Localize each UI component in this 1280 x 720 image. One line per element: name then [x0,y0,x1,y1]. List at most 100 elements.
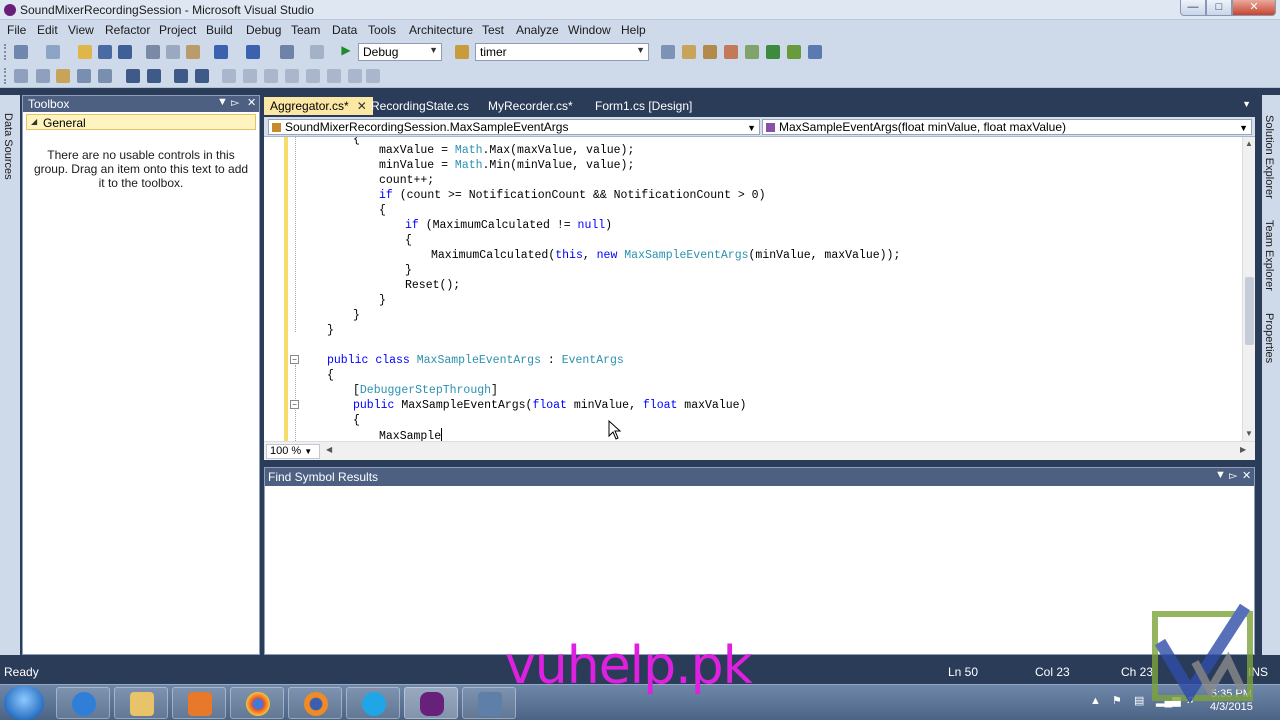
menu-build[interactable]: Build [206,23,233,37]
menu-architecture[interactable]: Architecture [409,23,473,37]
solution-explorer-tab[interactable]: Solution Explorer [1263,115,1275,199]
clear-bookmarks-icon[interactable] [366,69,380,83]
file-explorer-taskbar-button[interactable] [114,687,168,719]
close-icon[interactable]: ✕ [247,96,256,109]
add-item-icon[interactable] [46,45,60,59]
menu-debug[interactable]: Debug [246,23,281,37]
object-browser-icon[interactable] [724,45,738,59]
next-bookmark-document-icon[interactable] [348,69,362,83]
menu-refactor[interactable]: Refactor [105,23,150,37]
close-button[interactable]: ✕ [1232,0,1276,16]
maximize-button[interactable]: □ [1206,0,1232,16]
navigate-forward-icon[interactable] [310,45,324,59]
properties-icon[interactable] [703,45,717,59]
internet-explorer-taskbar-button[interactable] [56,687,110,719]
menu-window[interactable]: Window [568,23,611,37]
previous-bookmark-folder-icon[interactable] [285,69,299,83]
tab-list-dropdown-icon[interactable]: ▼ [1242,99,1251,109]
scroll-left-icon[interactable]: ◀ [326,445,332,454]
close-icon[interactable]: ✕ [1242,469,1251,482]
network-icon[interactable]: ▤ [1134,694,1144,707]
tab-form1-design[interactable]: Form1.cs [Design] [589,97,698,115]
team-explorer-tab[interactable]: Team Explorer [1263,220,1275,291]
quick-info-icon[interactable] [56,69,70,83]
undo-icon[interactable] [214,45,228,59]
save-icon[interactable] [98,45,112,59]
chevron-down-icon[interactable]: ▼ [1215,469,1226,481]
menu-analyze[interactable]: Analyze [516,23,559,37]
properties-tab[interactable]: Properties [1263,313,1275,363]
copy-icon[interactable] [166,45,180,59]
scroll-up-icon[interactable]: ▲ [1245,139,1253,148]
zoom-combo[interactable]: 100 % ▼ [266,444,320,459]
decrease-indent-icon[interactable] [126,69,140,83]
vertical-scrollbar[interactable]: ▲ ▼ [1242,137,1255,441]
menu-help[interactable]: Help [621,23,646,37]
pin-icon[interactable]: ▻ [231,96,239,109]
start-page-icon[interactable] [766,45,780,59]
tab-aggregator[interactable]: Aggregator.cs* ✕ [264,97,373,115]
cut-icon[interactable] [146,45,160,59]
show-hidden-icons-icon[interactable]: ▲ [1090,695,1101,707]
skype-taskbar-button[interactable] [346,687,400,719]
chrome-taskbar-button[interactable] [230,687,284,719]
other-windows-icon[interactable] [808,45,822,59]
comment-out-icon[interactable] [174,69,188,83]
find-combo[interactable]: timer ▼ [475,43,649,61]
extension-manager-icon[interactable] [787,45,801,59]
increase-indent-icon[interactable] [147,69,161,83]
pin-icon[interactable]: ▻ [1229,469,1237,482]
type-combo[interactable]: SoundMixerRecordingSession.MaxSampleEven… [268,119,760,135]
start-debugging-icon[interactable]: ▶ [338,43,354,61]
save-all-icon[interactable] [118,45,132,59]
menu-view[interactable]: View [68,23,94,37]
collapse-icon[interactable]: − [290,400,299,409]
menu-team[interactable]: Team [291,23,320,37]
scroll-down-icon[interactable]: ▼ [1245,429,1253,438]
find-in-files-icon[interactable] [455,45,469,59]
collapse-icon[interactable]: − [290,355,299,364]
list-members-icon[interactable] [14,69,28,83]
find-symbol-icon[interactable] [661,45,675,59]
minimize-button[interactable]: — [1180,0,1206,16]
action-center-flag-icon[interactable]: ⚑ [1112,694,1122,707]
menu-edit[interactable]: Edit [37,23,58,37]
menu-test[interactable]: Test [482,23,504,37]
open-file-icon[interactable] [78,45,92,59]
menu-tools[interactable]: Tools [368,23,396,37]
menu-project[interactable]: Project [159,23,196,37]
uncomment-icon[interactable] [195,69,209,83]
toolbar-grip[interactable] [4,68,7,84]
firefox-taskbar-button[interactable] [288,687,342,719]
complete-word-icon[interactable] [77,69,91,83]
previous-bookmark-document-icon[interactable] [327,69,341,83]
previous-bookmark-icon[interactable] [243,69,257,83]
display-word-completion-icon[interactable] [98,69,112,83]
configuration-combo[interactable]: Debug ▼ [358,43,442,61]
tab-myrecorder[interactable]: MyRecorder.cs* [482,97,579,115]
media-player-taskbar-button[interactable] [172,687,226,719]
tab-recordingstate[interactable]: RecordingState.cs [365,97,475,115]
redo-icon[interactable] [246,45,260,59]
horizontal-scrollbar[interactable]: 100 % ▼ ◀ ▶ [264,441,1255,460]
menu-data[interactable]: Data [332,23,357,37]
toolbox-icon[interactable] [745,45,759,59]
solution-explorer-icon[interactable] [682,45,696,59]
next-bookmark-folder-icon[interactable] [306,69,320,83]
start-button[interactable] [4,686,44,720]
scroll-right-icon[interactable]: ▶ [1240,445,1246,454]
member-combo[interactable]: MaxSampleEventArgs(float minValue, float… [762,119,1252,135]
chevron-down-icon[interactable]: ▼ [217,96,228,108]
toolbox-group-general[interactable]: ◢ General [26,114,256,130]
visual-studio-taskbar-button[interactable] [404,687,458,719]
toolbar-grip[interactable] [4,44,7,60]
next-bookmark-icon[interactable] [264,69,278,83]
parameter-info-icon[interactable] [36,69,50,83]
data-sources-tab[interactable]: Data Sources [2,113,14,180]
scroll-thumb[interactable] [1245,277,1254,345]
new-project-icon[interactable] [14,45,28,59]
paste-icon[interactable] [186,45,200,59]
menu-file[interactable]: File [7,23,26,37]
code-text-area[interactable]: − − { maxValue = Math.Max(maxValue, valu… [264,137,1242,441]
toggle-bookmark-icon[interactable] [222,69,236,83]
